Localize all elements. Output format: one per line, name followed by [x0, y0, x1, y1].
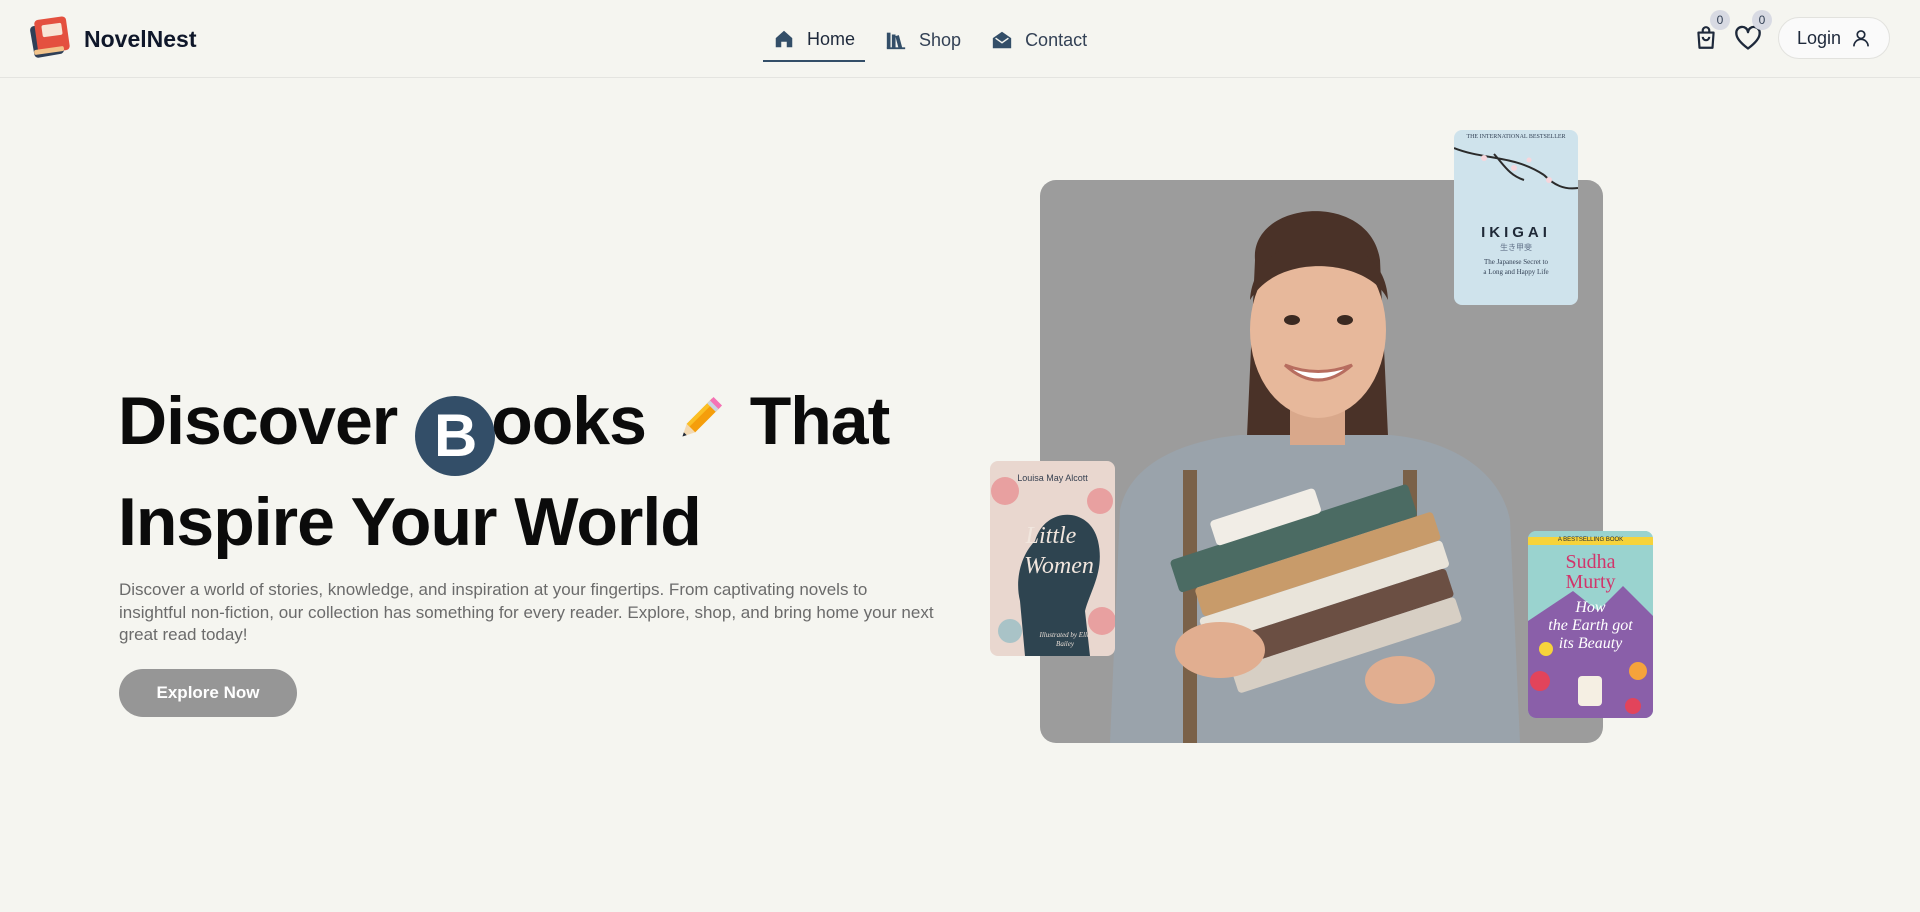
little-women-author: Louisa May Alcott [1017, 473, 1088, 483]
header-tools: 0 0 Login [1690, 10, 1890, 59]
ikigai-top-line: THE INTERNATIONAL BESTSELLER [1466, 134, 1566, 140]
cart-button[interactable]: 0 [1690, 10, 1730, 58]
user-icon [1853, 30, 1869, 47]
main-nav: Home Shop Contact [763, 18, 1097, 62]
login-label: Login [1796, 27, 1841, 48]
headline-line2: Inspire Your World [118, 484, 702, 560]
nav-contact[interactable]: Contact [981, 18, 1097, 62]
murty-title-2: the Earth got [1548, 617, 1633, 634]
ikigai-title: IKIGAI [1481, 224, 1551, 241]
library-icon [886, 32, 906, 50]
little-women-illustrator: Illustrated by Ella Bailey [1039, 631, 1091, 648]
wishlist-button[interactable]: 0 [1732, 10, 1772, 58]
headline-word-discover: Discover [118, 383, 398, 459]
ikigai-tagline-2: a Long and Happy Life [1483, 268, 1549, 276]
little-women-title-2: Women [1024, 553, 1094, 579]
brand-name: NovelNest [84, 26, 197, 52]
hero-headline: Discover Books That Inspire Your World [118, 375, 918, 568]
nav-home-label: Home [807, 28, 856, 49]
book-cover-little-women[interactable]: Louisa May Alcott Little Women Illustrat… [990, 461, 1115, 656]
nav-shop-label: Shop [919, 29, 962, 50]
cart-count-badge: 0 [1709, 10, 1730, 30]
envelope-open-icon [992, 31, 1012, 49]
brand[interactable]: NovelNest [28, 14, 196, 65]
headline-word-ooks: ooks [491, 383, 647, 459]
murty-title-3: its Beauty [1558, 635, 1623, 652]
book-cover-how-the-earth-got-its-beauty[interactable]: A BESTSELLING BOOK Sudha Murty How the E… [1528, 531, 1653, 718]
headline-word-that: That [749, 383, 891, 459]
ikigai-tagline-1: The Japanese Secret to [1484, 258, 1548, 266]
headline-b-circle: B [415, 396, 496, 476]
book-cover-ikigai[interactable]: THE INTERNATIONAL BESTSELLER IKIGAI 生き甲斐… [1454, 130, 1578, 305]
nav-shop[interactable]: Shop [875, 18, 971, 62]
pencil-icon [670, 380, 726, 472]
wishlist-count-badge: 0 [1751, 10, 1772, 30]
explore-now-button[interactable]: Explore Now [119, 669, 297, 717]
nav-contact-label: Contact [1025, 29, 1088, 50]
login-button[interactable]: Login [1777, 17, 1890, 59]
top-header: NovelNest Home Shop Contact 0 0 Login [0, 0, 1920, 78]
book-stack-logo-icon [28, 14, 74, 65]
murty-top-line: A BESTSELLING BOOK [1557, 537, 1624, 543]
hero-description: Discover a world of stories, knowledge, … [119, 580, 934, 644]
murty-title-1: How [1575, 599, 1606, 616]
home-icon [775, 30, 793, 48]
nav-home[interactable]: Home [763, 18, 866, 62]
ikigai-subtitle-jp: 生き甲斐 [1500, 243, 1532, 252]
murty-author-2: Murty [1565, 571, 1616, 593]
little-women-title-1: Little [1025, 523, 1077, 549]
